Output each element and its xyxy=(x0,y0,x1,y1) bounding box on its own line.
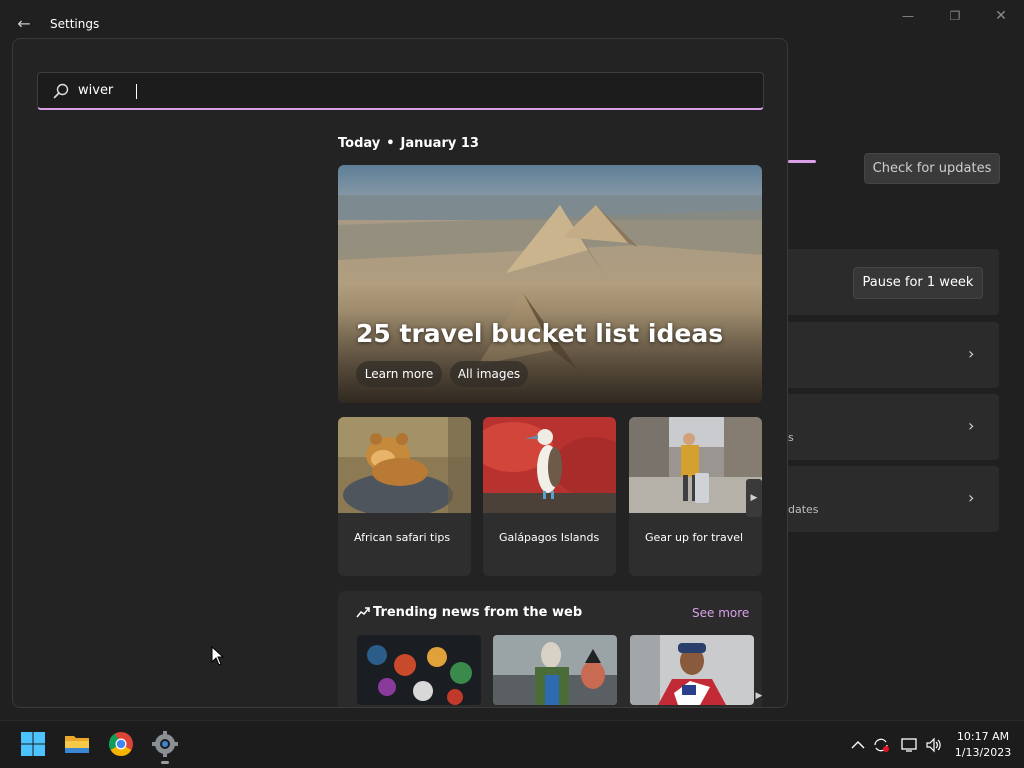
today-header: Today • January 13 xyxy=(338,136,479,151)
pause-updates-button[interactable]: Pause for 1 week xyxy=(853,267,983,299)
chrome-icon[interactable] xyxy=(108,731,134,757)
news-thumbnail[interactable] xyxy=(357,635,481,705)
tile-galapagos-islands[interactable]: Galápagos Islands xyxy=(483,417,616,576)
separator-dot: • xyxy=(386,136,395,151)
tile-label: Galápagos Islands xyxy=(499,531,600,544)
trending-title: Trending news from the web xyxy=(373,605,583,620)
see-more-link[interactable]: See more xyxy=(692,606,749,620)
tile-label: Gear up for travel xyxy=(645,531,744,544)
hero-title: 25 travel bucket list ideas xyxy=(356,319,724,348)
text-caret xyxy=(136,84,137,99)
settings-gear-icon[interactable] xyxy=(152,731,178,757)
news-thumbnail[interactable] xyxy=(493,635,617,705)
chevron-up-icon[interactable] xyxy=(849,737,867,753)
search-icon xyxy=(53,83,69,99)
learn-more-button[interactable]: Learn more xyxy=(356,361,442,387)
today-date: January 13 xyxy=(400,136,479,151)
restore-button[interactable]: ❐ xyxy=(940,6,970,26)
blue-footed-booby-image xyxy=(483,417,616,513)
check-for-updates-button[interactable]: Check for updates xyxy=(864,153,1000,184)
carousel-next-button[interactable]: ▶ xyxy=(754,686,762,706)
tile-gear-up-for-travel[interactable]: Gear up for travel xyxy=(629,417,762,576)
today-label: Today xyxy=(338,136,381,151)
taskbar: 10:17 AM 1/13/2023 xyxy=(0,720,1024,768)
mouse-pointer-icon xyxy=(211,646,225,666)
sync-icon[interactable] xyxy=(872,737,890,753)
costume-crowd-image xyxy=(493,635,617,705)
row-text-fragment: s xyxy=(788,431,794,444)
update-progress-line xyxy=(788,160,816,163)
tile-label: African safari tips xyxy=(354,531,451,544)
search-box[interactable] xyxy=(37,72,764,110)
chevron-right-icon: › xyxy=(968,416,975,435)
display-icon[interactable] xyxy=(900,737,918,753)
row-text-fragment: dates xyxy=(788,503,819,516)
volume-icon[interactable] xyxy=(925,737,943,753)
chevron-right-icon: › xyxy=(968,488,975,507)
man-in-cap-image xyxy=(630,635,754,705)
carousel-next-button[interactable]: ▶ xyxy=(746,479,762,517)
all-images-button[interactable]: All images xyxy=(450,361,528,387)
chevron-right-icon: › xyxy=(968,344,975,363)
search-input[interactable] xyxy=(78,73,738,109)
minimize-button[interactable]: — xyxy=(893,6,923,26)
traveler-street-image xyxy=(629,417,762,513)
back-arrow-icon[interactable]: ← xyxy=(14,15,34,33)
news-thumbnail[interactable] xyxy=(630,635,754,705)
lion-cub-image xyxy=(338,417,471,513)
file-explorer-icon[interactable] xyxy=(64,731,90,757)
crypto-coins-image xyxy=(357,635,481,705)
active-app-indicator xyxy=(161,761,169,764)
trending-news-card: Trending news from the web See more ▶ xyxy=(338,591,762,707)
clock-date[interactable]: 1/13/2023 xyxy=(950,746,1016,759)
tile-african-safari[interactable]: African safari tips xyxy=(338,417,471,576)
trending-up-icon xyxy=(356,607,370,618)
windows-start-icon[interactable] xyxy=(20,731,46,757)
hero-card[interactable]: 25 travel bucket list ideas Learn more A… xyxy=(338,165,762,403)
window-title: Settings xyxy=(50,17,100,31)
search-flyout: Today • January 13 xyxy=(12,38,788,708)
close-button[interactable]: ✕ xyxy=(986,6,1016,26)
clock-time[interactable]: 10:17 AM xyxy=(950,730,1016,743)
